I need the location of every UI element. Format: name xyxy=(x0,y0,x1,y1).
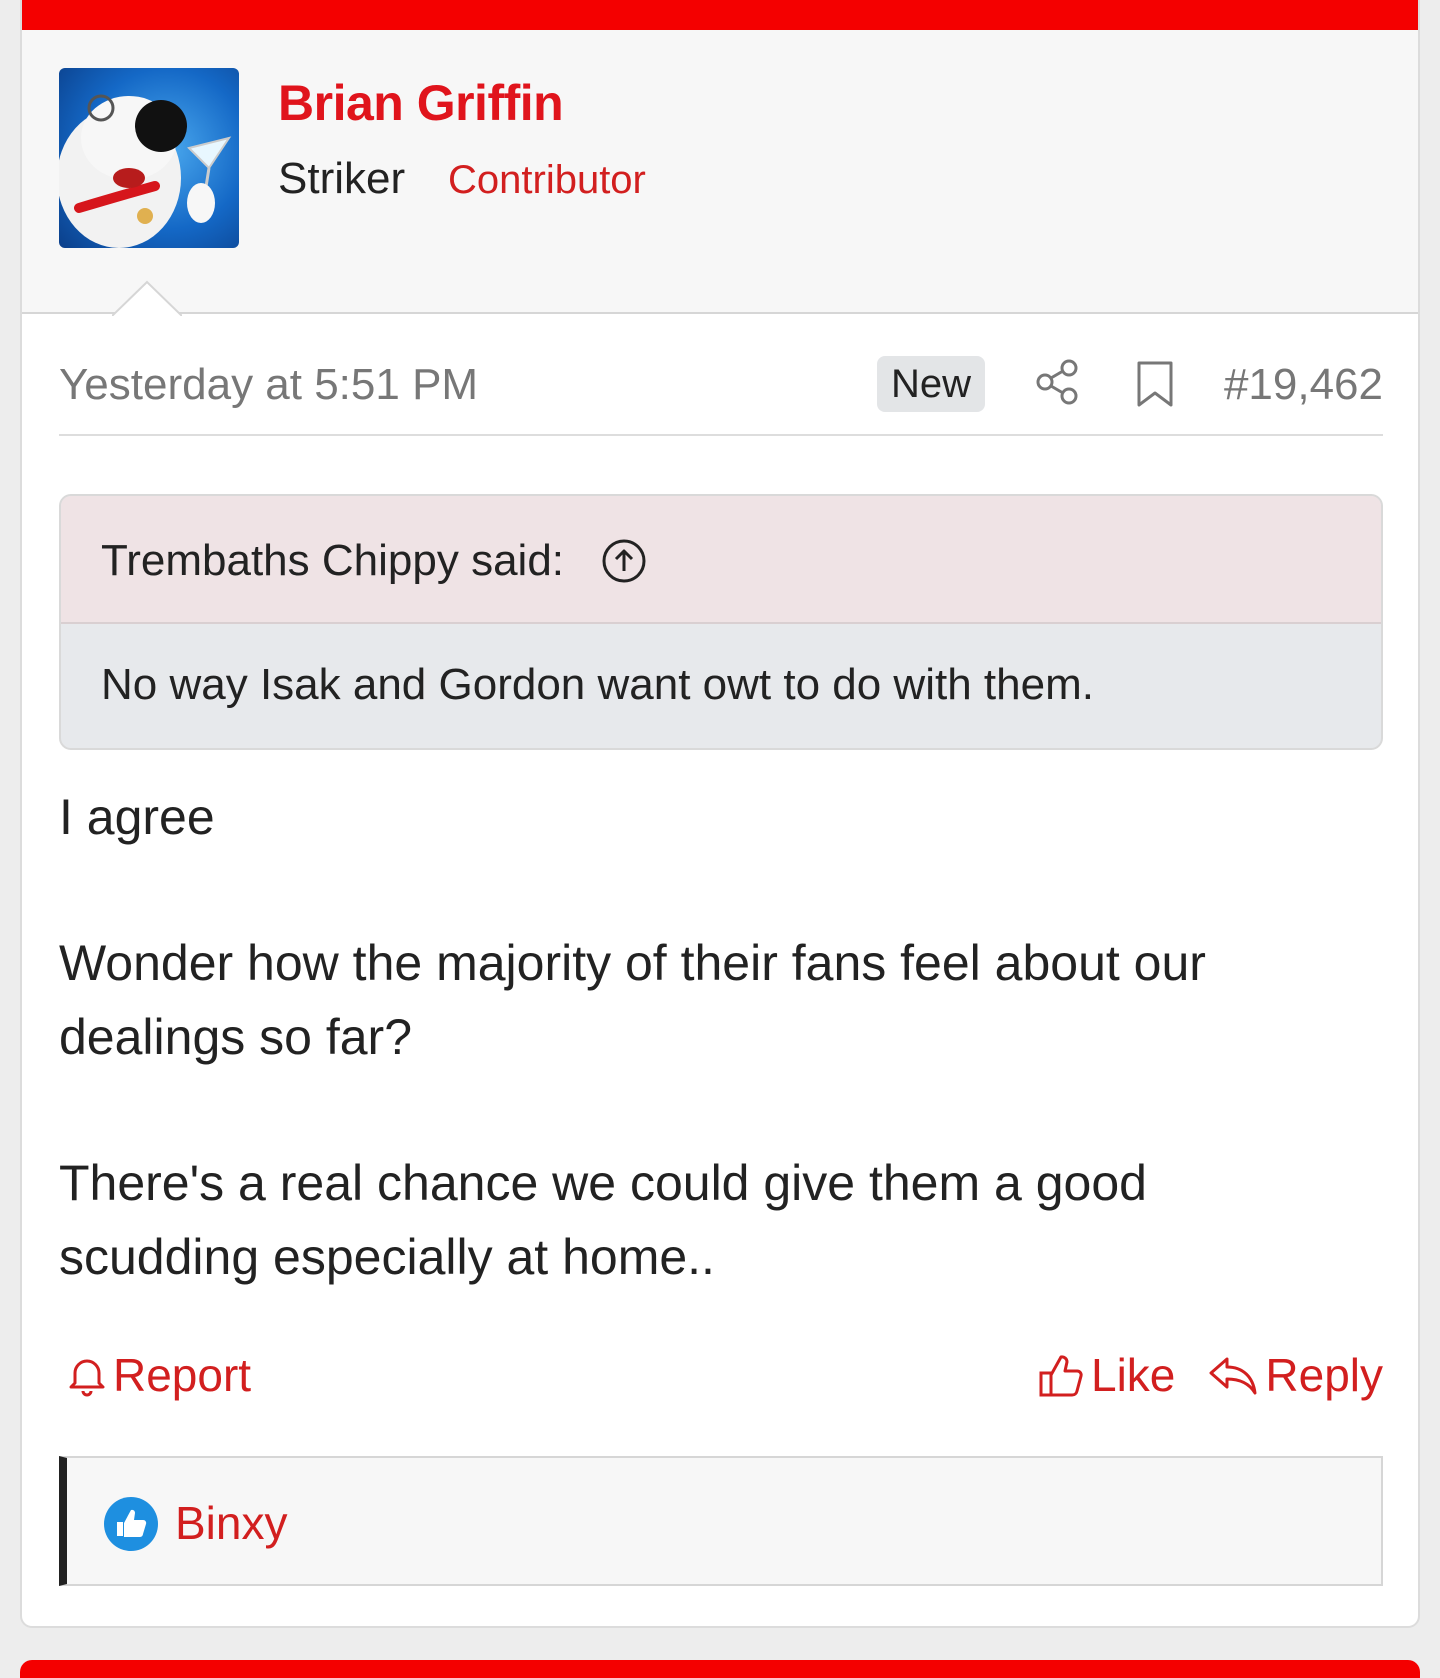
reply-button[interactable]: Reply xyxy=(1207,1348,1383,1402)
post-number-link[interactable]: #19,462 xyxy=(1224,360,1383,410)
bookmark-icon[interactable] xyxy=(1135,360,1175,408)
quote-header: Trembaths Chippy said: xyxy=(61,496,1381,624)
post-timestamp[interactable]: Yesterday at 5:51 PM xyxy=(59,360,478,410)
next-post-accent-bar xyxy=(20,1660,1420,1678)
post-message: I agree Wonder how the majority of their… xyxy=(59,780,1359,1294)
user-title: Striker xyxy=(278,154,406,203)
user-avatar[interactable] xyxy=(59,68,239,248)
message-paragraph: Wonder how the majority of their fans fe… xyxy=(59,935,1206,1065)
caret-up-icon xyxy=(112,280,182,316)
like-reaction-icon xyxy=(104,1497,158,1551)
post-actions: Report Like Reply xyxy=(59,1340,1383,1412)
message-paragraph: There's a real chance we could give them… xyxy=(59,1155,1147,1285)
quote-body: No way Isak and Gordon want owt to do wi… xyxy=(61,624,1381,748)
quote-author[interactable]: Trembaths Chippy said: xyxy=(101,536,564,586)
reactions-bar: Binxy xyxy=(59,1456,1383,1586)
username-link[interactable]: Brian Griffin xyxy=(278,74,564,132)
like-label: Like xyxy=(1091,1349,1176,1401)
quote-text: No way Isak and Gordon want owt to do wi… xyxy=(101,660,1094,709)
arrow-up-circle-icon[interactable] xyxy=(601,538,647,584)
bell-icon xyxy=(69,1359,105,1397)
share-icon[interactable] xyxy=(1033,358,1081,406)
like-button[interactable]: Like xyxy=(1037,1348,1175,1402)
post-accent-bar xyxy=(22,0,1418,30)
post-meta: Yesterday at 5:51 PM New #19,462 xyxy=(59,336,1383,436)
new-badge: New xyxy=(877,356,986,412)
message-paragraph: I agree xyxy=(59,789,215,845)
report-button[interactable]: Report xyxy=(67,1348,251,1402)
reply-icon xyxy=(1209,1357,1257,1395)
quote-block: Trembaths Chippy said: No way Isak and G… xyxy=(59,494,1383,750)
user-banner: Contributor xyxy=(448,158,646,202)
report-label: Report xyxy=(113,1349,252,1401)
thumbs-up-icon xyxy=(1039,1355,1083,1397)
liker-link[interactable]: Binxy xyxy=(175,1496,287,1550)
reply-label: Reply xyxy=(1265,1349,1383,1401)
forum-post: Brian Griffin Striker Contributor Yester… xyxy=(20,0,1420,1628)
user-header: Brian Griffin Striker Contributor xyxy=(22,30,1418,316)
avatar-image xyxy=(59,94,232,248)
